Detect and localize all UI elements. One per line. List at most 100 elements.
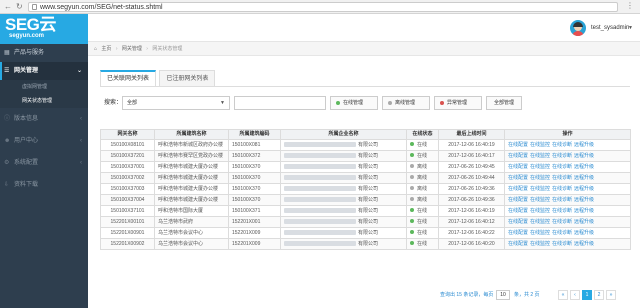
online-config-link[interactable]: 在线配置 (508, 153, 528, 159)
first-page-button[interactable]: « (558, 290, 568, 300)
page-icon (32, 4, 37, 10)
online-config-link[interactable]: 在线配置 (508, 142, 528, 148)
error-manage-button[interactable]: 异常管理 (434, 96, 482, 110)
sidebar-item-version[interactable]: ⓘ 版本信息 ‹ (0, 108, 88, 130)
cell-building-name: 乌兰浩特市会议中心 (154, 238, 229, 250)
error-dot-icon (440, 101, 444, 105)
online-config-link[interactable]: 在线配置 (508, 219, 528, 225)
status-dot-icon (410, 197, 414, 202)
menu-icon[interactable]: ⋮ (626, 2, 634, 10)
remote-upgrade-link[interactable]: 远程升级 (574, 186, 594, 192)
online-diagnose-link[interactable]: 在线诊断 (552, 153, 572, 159)
address-bar[interactable]: www.segyun.com/SEG/net-status.shtml (28, 2, 618, 12)
back-icon[interactable]: ← (4, 3, 12, 11)
cell-building-name: 呼和浩特市城建大厦办公楼 (154, 172, 229, 184)
sidebar-item-user-center[interactable]: ☻ 用户中心 ‹ (0, 130, 88, 152)
tab-registered-gateways[interactable]: 已注册网关列表 (159, 70, 216, 86)
remote-upgrade-link[interactable]: 远程升级 (574, 164, 594, 170)
tab-associated-gateways[interactable]: 已关联网关列表 (100, 70, 157, 86)
page-2-button[interactable]: 2 (594, 290, 604, 300)
online-config-link[interactable]: 在线配置 (508, 175, 528, 181)
column-header-status[interactable]: 在线状态 (406, 129, 439, 140)
column-header-company[interactable]: 所属企业名称 (280, 129, 407, 140)
sidebar-item-products[interactable]: ▦ 产品与服务 (0, 44, 88, 62)
breadcrumb-home[interactable]: 主页 (101, 46, 111, 52)
online-diagnose-link[interactable]: 在线诊断 (552, 142, 572, 148)
status-label: 在线 (417, 240, 428, 247)
company-suffix: 有限公司 (358, 152, 379, 159)
avatar[interactable] (570, 20, 586, 36)
online-config-link[interactable]: 在线配置 (508, 164, 528, 170)
online-diagnose-link[interactable]: 在线诊断 (552, 175, 572, 181)
remote-upgrade-link[interactable]: 远程升级 (574, 153, 594, 159)
column-header-name[interactable]: 网关名称 (100, 129, 155, 140)
table-row: 152201X00901 乌兰浩特市会议中心 152201X009 有限公司 在线 201… (100, 227, 631, 239)
remote-upgrade-link[interactable]: 远程升级 (574, 197, 594, 203)
cell-building-name: 呼和浩特市城建大厦办公楼 (154, 194, 229, 206)
sidebar-subitem-virtual-net[interactable]: 虚拟网管理 (0, 80, 88, 94)
online-config-link[interactable]: 在线配置 (508, 186, 528, 192)
cell-building-code: 150100X370 (228, 194, 281, 206)
remote-upgrade-link[interactable]: 远程升级 (574, 230, 594, 236)
online-diagnose-link[interactable]: 在线诊断 (552, 230, 572, 236)
online-monitor-link[interactable]: 在线监控 (530, 142, 550, 148)
online-config-link[interactable]: 在线配置 (508, 208, 528, 214)
page-size-select[interactable]: 10 (496, 290, 510, 300)
status-label: 在线 (417, 229, 428, 236)
online-manage-button[interactable]: 在线管理 (330, 96, 378, 110)
reload-icon[interactable]: ↻ (16, 3, 23, 11)
online-monitor-link[interactable]: 在线监控 (530, 208, 550, 214)
status-select[interactable]: 全部 ▼ (122, 96, 230, 110)
sidebar-item-system-config[interactable]: ⚙ 系统配置 ‹ (0, 152, 88, 174)
column-header-last-online[interactable]: 最后上线时间 (438, 129, 505, 140)
online-diagnose-link[interactable]: 在线诊断 (552, 208, 572, 214)
online-monitor-link[interactable]: 在线监控 (530, 153, 550, 159)
cell-company-name: 有限公司 (280, 183, 407, 195)
page-1-button[interactable]: 1 (582, 290, 592, 300)
all-manage-button[interactable]: 全部管理 (486, 96, 522, 110)
online-diagnose-link[interactable]: 在线诊断 (552, 186, 572, 192)
column-header-actions: 操作 (504, 129, 631, 140)
online-diagnose-link[interactable]: 在线诊断 (552, 219, 572, 225)
online-diagnose-link[interactable]: 在线诊断 (552, 241, 572, 247)
online-monitor-link[interactable]: 在线监控 (530, 164, 550, 170)
online-monitor-link[interactable]: 在线监控 (530, 241, 550, 247)
remote-upgrade-link[interactable]: 远程升级 (574, 208, 594, 214)
online-monitor-link[interactable]: 在线监控 (530, 230, 550, 236)
search-input[interactable] (234, 96, 326, 110)
next-page-button[interactable]: » (606, 290, 616, 300)
column-header-building-code[interactable]: 所属建筑编码 (228, 129, 281, 140)
online-monitor-link[interactable]: 在线监控 (530, 197, 550, 203)
sidebar-item-gateway[interactable]: ☰ 网关管理 ⌄ (0, 62, 88, 80)
online-diagnose-link[interactable]: 在线诊断 (552, 197, 572, 203)
breadcrumb-level1[interactable]: 网关管理 (122, 46, 142, 52)
logo: SEG云 segyun.com (0, 14, 88, 44)
online-monitor-link[interactable]: 在线监控 (530, 175, 550, 181)
online-config-link[interactable]: 在线配置 (508, 197, 528, 203)
cell-last-online: 2017-12-06 16:40:20 (438, 238, 505, 250)
cell-actions: 在线配置 在线监控 在线诊断 远程升级 (504, 161, 631, 173)
remote-upgrade-link[interactable]: 远程升级 (574, 219, 594, 225)
cell-status: 离线 (406, 183, 439, 195)
table-row: 150100X37004 呼和浩特市城建大厦办公楼 150100X370 有限公司 离线… (100, 194, 631, 206)
remote-upgrade-link[interactable]: 远程升级 (574, 142, 594, 148)
remote-upgrade-link[interactable]: 远程升级 (574, 241, 594, 247)
username[interactable]: test_sysadmin (591, 24, 629, 32)
status-select-value: 全部 (127, 100, 138, 106)
caret-down-icon[interactable]: ▼ (628, 24, 633, 32)
column-header-building[interactable]: 所属建筑名称 (154, 129, 229, 140)
table-row: 150100X08101 呼和浩特市新城区政府办公楼 150100X081 有限公司 在… (100, 139, 631, 151)
online-config-link[interactable]: 在线配置 (508, 241, 528, 247)
status-label: 在线 (417, 218, 428, 225)
offline-manage-button[interactable]: 离线管理 (382, 96, 430, 110)
cell-actions: 在线配置 在线监控 在线诊断 远程升级 (504, 194, 631, 206)
online-monitor-link[interactable]: 在线监控 (530, 219, 550, 225)
sidebar-item-downloads[interactable]: ⇩ 资料下载 (0, 174, 88, 196)
remote-upgrade-link[interactable]: 远程升级 (574, 175, 594, 181)
online-config-link[interactable]: 在线配置 (508, 230, 528, 236)
online-diagnose-link[interactable]: 在线诊断 (552, 164, 572, 170)
prev-page-button[interactable]: ‹ (570, 290, 580, 300)
online-monitor-link[interactable]: 在线监控 (530, 186, 550, 192)
cell-last-online: 2017-06-26 10:49:36 (438, 183, 505, 195)
sidebar-subitem-gateway-status[interactable]: 网关状态管理 (0, 94, 88, 108)
